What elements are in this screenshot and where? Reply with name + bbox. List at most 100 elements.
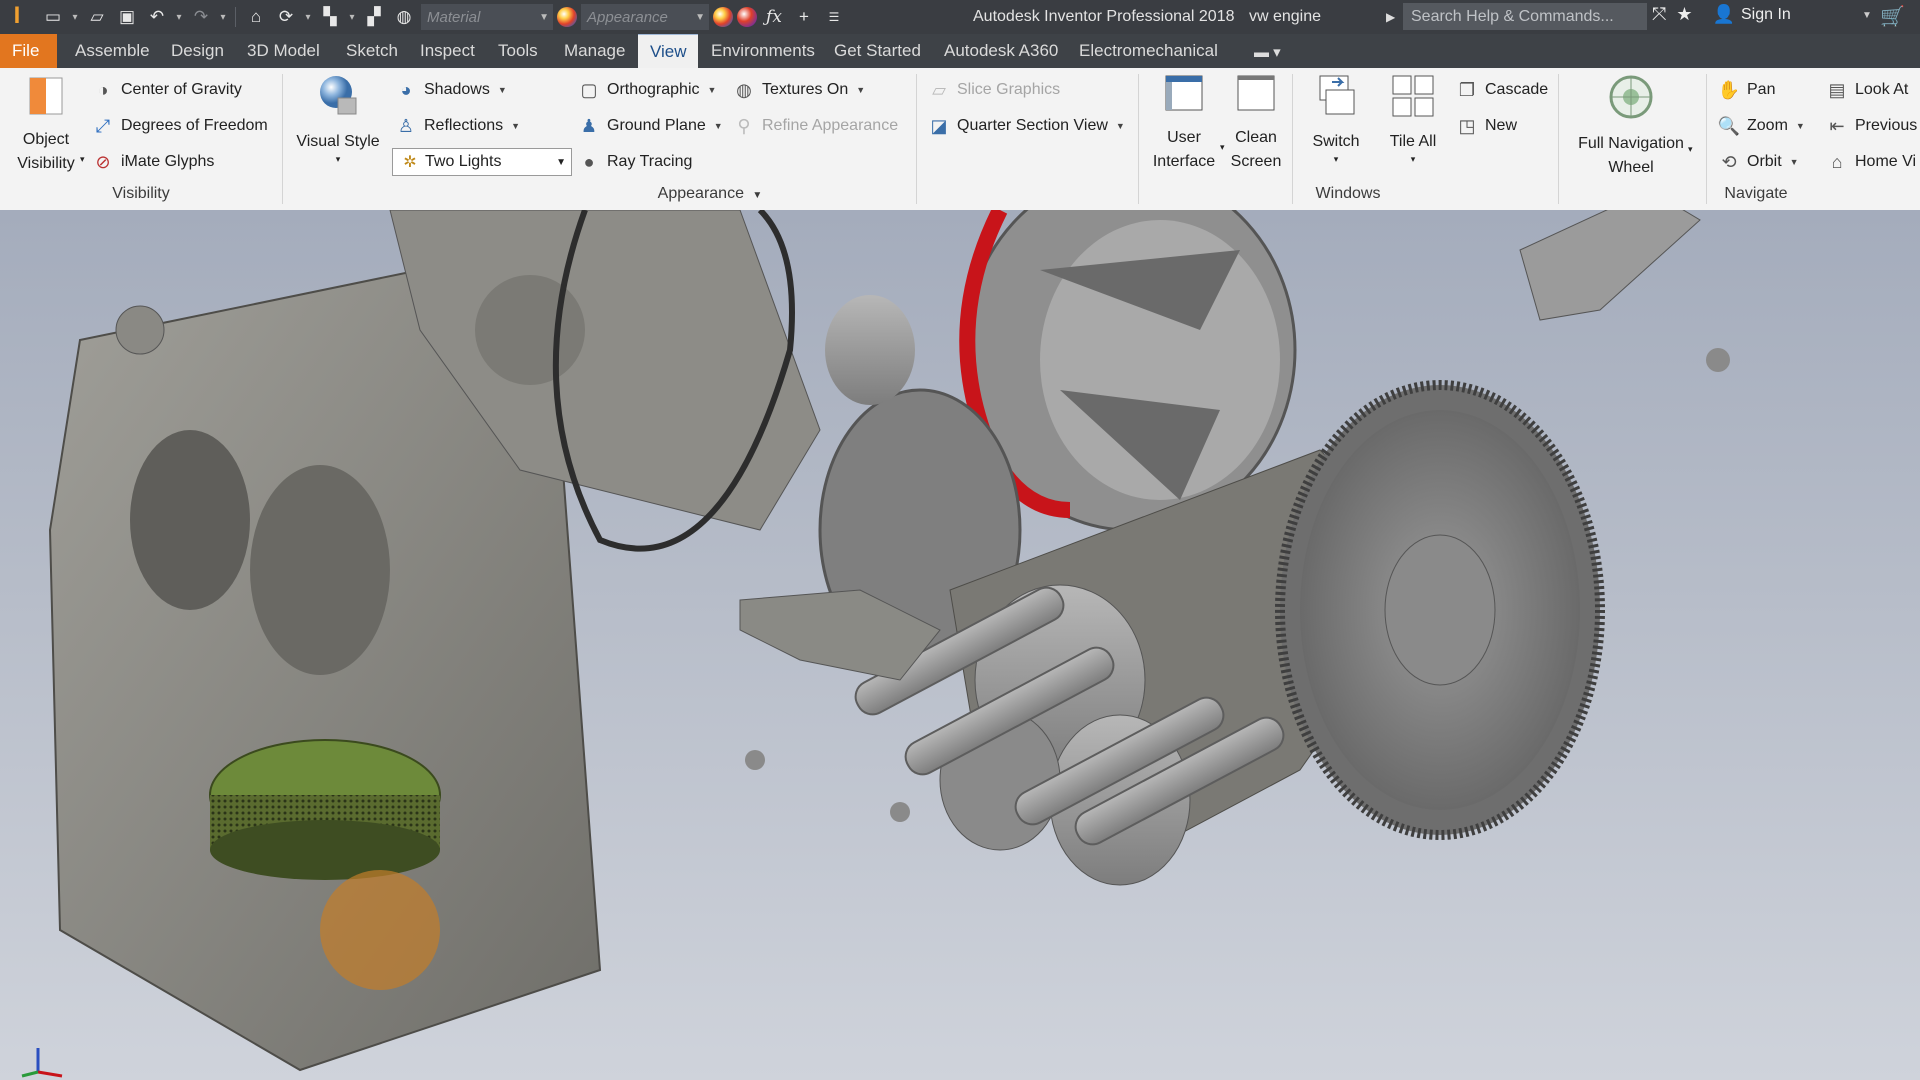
ground-plane-button[interactable]: ♟ Ground Plane ▼	[578, 115, 723, 137]
redo-icon[interactable]: ↷	[188, 4, 214, 30]
fx-icon[interactable]: ƒx	[761, 4, 787, 30]
orbit-icon: ⟲	[1721, 151, 1737, 172]
panel-separator	[1558, 74, 1559, 204]
object-visibility-button[interactable]: Object Visibility	[10, 76, 82, 176]
adjust-appearance-icon[interactable]	[713, 7, 733, 27]
center-of-gravity-button[interactable]: ◑ Center of Gravity	[92, 79, 242, 101]
intake-manifold[interactable]	[1519, 210, 1701, 321]
new-file-dropdown-icon[interactable]: ▾	[70, 12, 80, 23]
tab-get-started[interactable]: Get Started	[822, 34, 933, 68]
user-interface-button[interactable]: User Interface	[1148, 74, 1220, 174]
tab-environments[interactable]: Environments	[699, 34, 827, 68]
tab-manage[interactable]: Manage	[552, 34, 637, 68]
appearance-placeholder: Appearance	[587, 8, 668, 26]
tab-view[interactable]: View	[638, 34, 698, 68]
tab-design[interactable]: Design	[159, 34, 236, 68]
view-triad-icon	[21, 1048, 63, 1078]
tab-3d-model[interactable]: 3D Model	[235, 34, 332, 68]
update-icon[interactable]: ⟳	[273, 4, 299, 30]
ray-tracing-button[interactable]: ● Ray Tracing	[578, 151, 693, 173]
flywheel[interactable]	[1275, 380, 1605, 840]
cart-icon[interactable]: 🛒	[1880, 4, 1905, 29]
orthographic-button[interactable]: ▢ Orthographic ▼	[578, 79, 716, 101]
tab-autodesk-a360[interactable]: Autodesk A360	[932, 34, 1070, 68]
engine-model-3d[interactable]	[0, 210, 1920, 1080]
visual-style-button[interactable]: Visual Style ▾	[290, 72, 386, 164]
chevron-down-icon: ▼	[1789, 157, 1799, 167]
customize-icon[interactable]: ☰	[821, 4, 847, 30]
ray-tracing-icon: ●	[583, 151, 595, 172]
new-file-icon[interactable]: ▭	[40, 4, 66, 30]
color-ball-icon[interactable]	[557, 7, 577, 27]
tab-file[interactable]: File	[0, 34, 57, 68]
pan-button[interactable]: ✋ Pan	[1718, 79, 1776, 101]
navigation-wheel-dropdown-icon[interactable]: ▾	[1688, 144, 1693, 155]
switch-icon	[1319, 75, 1355, 115]
shadows-button[interactable]: ◕ Shadows ▼	[395, 79, 507, 101]
redo-dropdown-icon[interactable]: ▾	[218, 12, 228, 23]
bolt[interactable]	[1706, 348, 1730, 372]
pin-icon[interactable]: ⤧	[1652, 4, 1666, 25]
ground-plane-icon: ♟	[580, 115, 598, 136]
clean-screen-button[interactable]: Clean Screen	[1226, 74, 1286, 174]
look-at-button[interactable]: ▤ Look At	[1826, 79, 1908, 101]
new-window-button[interactable]: ◳ New	[1456, 115, 1517, 137]
home-view-button[interactable]: ⌂ Home Vi	[1826, 151, 1917, 173]
plus-icon[interactable]: +	[791, 4, 817, 30]
appearance-panel-title[interactable]: Appearance ▼	[282, 185, 1138, 203]
tab-assemble[interactable]: Assemble	[63, 34, 162, 68]
save-icon[interactable]: ▣	[114, 4, 140, 30]
tab-electromechanical[interactable]: Electromechanical	[1067, 34, 1230, 68]
material-select[interactable]: Material ▼	[421, 4, 553, 30]
orbit-label: Orbit	[1747, 153, 1782, 170]
quarter-section-icon: ◪	[930, 115, 948, 136]
chevron-right-icon[interactable]: ▶	[1386, 10, 1395, 24]
undo-dropdown-icon[interactable]: ▾	[174, 12, 184, 23]
sign-in-button[interactable]: 👤 Sign In	[1713, 4, 1791, 25]
ground-plane-label: Ground Plane	[607, 117, 706, 134]
select-dropdown-icon[interactable]: ▾	[347, 12, 357, 23]
visual-style-label: Visual Style	[296, 133, 380, 150]
home-icon[interactable]: ⌂	[243, 4, 269, 30]
search-input[interactable]: Search Help & Commands...	[1403, 3, 1647, 30]
update-dropdown-icon[interactable]: ▾	[303, 12, 313, 23]
degrees-of-freedom-button[interactable]: ⤢ Degrees of Freedom	[92, 115, 268, 137]
quarter-section-view-button[interactable]: ◪ Quarter Section View ▼	[928, 115, 1124, 137]
tab-inspect[interactable]: Inspect	[408, 34, 487, 68]
full-navigation-wheel-button[interactable]: Full Navigation Wheel	[1566, 74, 1696, 180]
signin-dropdown-icon[interactable]: ▼	[1862, 10, 1872, 21]
cascade-button[interactable]: ❐ Cascade	[1456, 79, 1548, 101]
tab-tools[interactable]: Tools	[486, 34, 550, 68]
graphics-viewport[interactable]	[0, 210, 1920, 1080]
clear-appearance-icon[interactable]	[737, 7, 757, 27]
tab-sketch[interactable]: Sketch	[334, 34, 410, 68]
appearance-select[interactable]: Appearance ▼	[581, 4, 709, 30]
previous-view-label: Previous	[1855, 117, 1918, 134]
refine-appearance-button[interactable]: ⚲ Refine Appearance	[733, 115, 898, 137]
undo-icon[interactable]: ↶	[144, 4, 170, 30]
open-icon[interactable]: ▱	[84, 4, 110, 30]
orbit-button[interactable]: ⟲ Orbit ▼	[1718, 151, 1799, 173]
bolt[interactable]	[890, 802, 910, 822]
globe-icon[interactable]: ◍	[391, 4, 417, 30]
user-interface-dropdown-icon[interactable]: ▾	[1220, 142, 1225, 153]
zoom-button[interactable]: 🔍 Zoom ▼	[1718, 115, 1805, 137]
inventor-logo-icon[interactable]: I	[6, 2, 28, 32]
reflections-button[interactable]: ♙ Reflections ▼	[395, 115, 520, 137]
star-icon[interactable]: ★	[1676, 4, 1692, 25]
textures-on-button[interactable]: ◍ Textures On ▼	[733, 79, 865, 101]
object-visibility-dropdown-icon[interactable]: ▾	[80, 154, 85, 165]
chevron-down-icon: ▼	[511, 121, 521, 131]
chevron-down-icon: ▼	[556, 157, 566, 168]
previous-view-button[interactable]: ⇤ Previous	[1826, 115, 1917, 137]
measure-icon[interactable]: ▞	[361, 4, 387, 30]
tile-all-button[interactable]: Tile All ▾	[1378, 74, 1448, 164]
switch-button[interactable]: Switch ▾	[1300, 74, 1372, 164]
panel-toggle-icon[interactable]: ▬ ▾	[1254, 43, 1281, 61]
slice-graphics-button[interactable]: ▱ Slice Graphics	[928, 79, 1060, 101]
object-visibility-label-2: Visibility	[17, 155, 75, 172]
lighting-style-select[interactable]: ✲ Two Lights ▼	[392, 148, 572, 176]
imate-glyphs-button[interactable]: ⊘ iMate Glyphs	[92, 151, 214, 173]
select-icon[interactable]: ▚	[317, 4, 343, 30]
bolt[interactable]	[745, 750, 765, 770]
